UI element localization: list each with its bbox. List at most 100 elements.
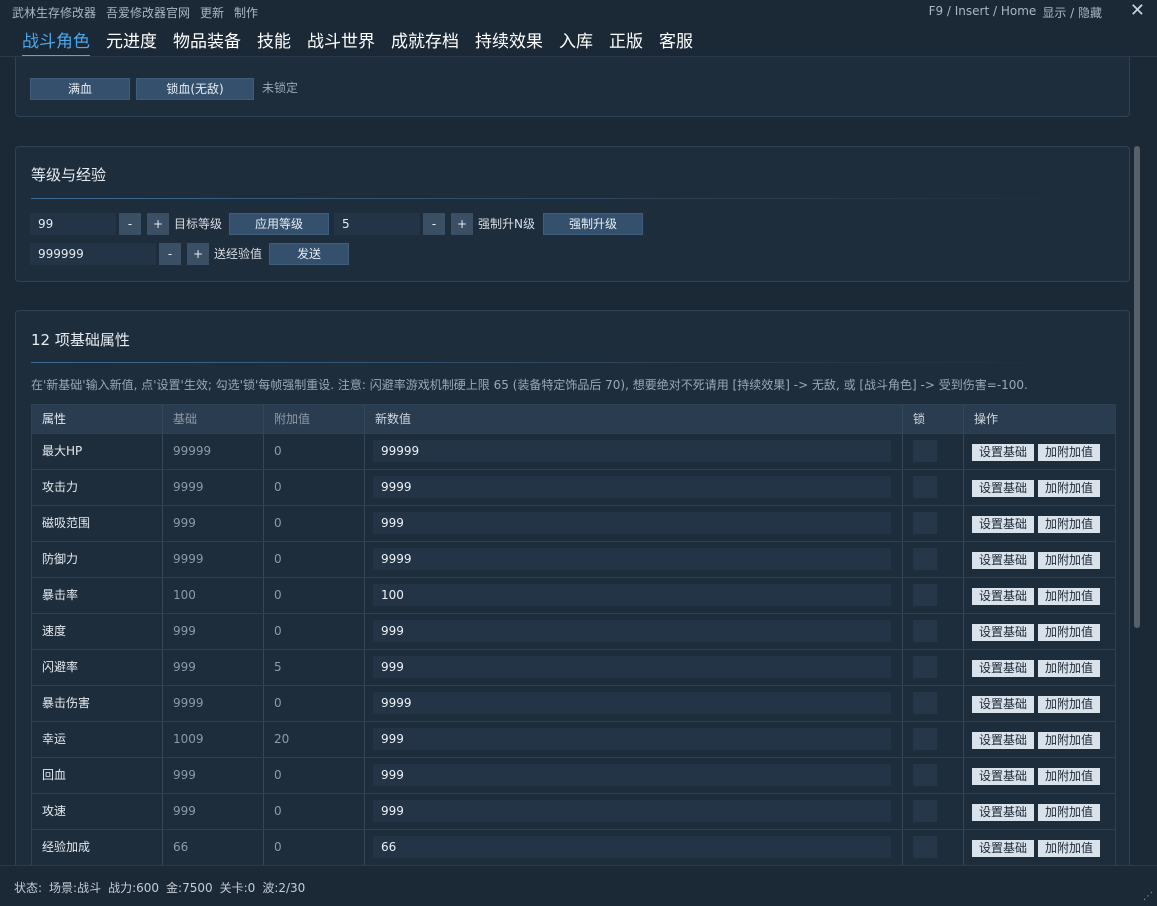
new-value-input[interactable]: 9999: [373, 476, 891, 498]
official-site-link[interactable]: 吾爱修改器官网: [106, 4, 190, 21]
force-level-button[interactable]: 强制升级: [543, 213, 643, 235]
lock-checkbox[interactable]: [913, 836, 937, 858]
tab-achievements-save[interactable]: 成就存档: [391, 27, 459, 57]
force-n-plus-button[interactable]: +: [451, 213, 473, 235]
target-level-plus-button[interactable]: +: [147, 213, 169, 235]
target-level-input[interactable]: 99: [30, 213, 116, 235]
scrollbar-thumb[interactable]: [1134, 146, 1140, 628]
tab-meta-progress[interactable]: 元进度: [106, 27, 157, 57]
tab-join[interactable]: 入库: [559, 27, 593, 57]
new-value-input[interactable]: 9999: [373, 692, 891, 714]
credits-link[interactable]: 制作: [234, 4, 258, 21]
new-value-input[interactable]: 9999: [373, 548, 891, 570]
set-base-button[interactable]: 设置基础: [972, 696, 1035, 713]
attr-actions-cell: 设置基础 加附加值: [964, 578, 1115, 613]
attr-new-cell: 9999: [365, 686, 903, 721]
exp-minus-button[interactable]: -: [159, 243, 181, 265]
lock-checkbox[interactable]: [913, 656, 937, 678]
attr-new-cell: 99999: [365, 434, 903, 469]
attr-new-cell: 66: [365, 830, 903, 865]
add-bonus-button[interactable]: 加附加值: [1038, 552, 1101, 569]
new-value-input[interactable]: 999: [373, 728, 891, 750]
tab-support[interactable]: 客服: [659, 27, 693, 57]
add-bonus-button[interactable]: 加附加值: [1038, 588, 1101, 605]
lock-checkbox[interactable]: [913, 512, 937, 534]
add-bonus-button[interactable]: 加附加值: [1038, 480, 1101, 497]
attr-new-cell: 100: [365, 578, 903, 613]
add-bonus-button[interactable]: 加附加值: [1038, 660, 1101, 677]
lock-checkbox[interactable]: [913, 476, 937, 498]
attr-name: 闪避率: [32, 650, 163, 685]
set-base-button[interactable]: 设置基础: [972, 768, 1035, 785]
add-bonus-button[interactable]: 加附加值: [1038, 516, 1101, 533]
apply-level-button[interactable]: 应用等级: [229, 213, 329, 235]
title-bar: 武林生存修改器 吾爱修改器官网 更新 制作 F9 / Insert / Home…: [0, 0, 1157, 24]
lock-checkbox[interactable]: [913, 800, 937, 822]
header-bonus: 附加值: [264, 405, 365, 433]
set-base-button[interactable]: 设置基础: [972, 624, 1035, 641]
force-n-minus-button[interactable]: -: [423, 213, 445, 235]
attr-bonus: 0: [264, 614, 365, 649]
tab-skills[interactable]: 技能: [257, 27, 291, 57]
attr-bonus: 0: [264, 794, 365, 829]
attr-lock-cell: [903, 650, 964, 685]
lock-checkbox[interactable]: [913, 440, 937, 462]
add-bonus-button[interactable]: 加附加值: [1038, 696, 1101, 713]
attr-lock-cell: [903, 758, 964, 793]
new-value-input[interactable]: 100: [373, 584, 891, 606]
set-base-button[interactable]: 设置基础: [972, 804, 1035, 821]
header-new-value: 新数值: [365, 405, 903, 433]
exp-input[interactable]: 999999: [30, 243, 156, 265]
add-bonus-button[interactable]: 加附加值: [1038, 444, 1101, 461]
set-base-button[interactable]: 设置基础: [972, 480, 1035, 497]
exp-plus-button[interactable]: +: [187, 243, 209, 265]
target-level-minus-button[interactable]: -: [119, 213, 141, 235]
new-value-input[interactable]: 999: [373, 620, 891, 642]
tab-items-equipment[interactable]: 物品装备: [173, 27, 241, 57]
add-bonus-button[interactable]: 加附加值: [1038, 840, 1101, 857]
new-value-input[interactable]: 999: [373, 656, 891, 678]
set-base-button[interactable]: 设置基础: [972, 552, 1035, 569]
app-title-link[interactable]: 武林生存修改器: [12, 4, 96, 21]
new-value-input[interactable]: 999: [373, 512, 891, 534]
full-hp-button[interactable]: 满血: [30, 78, 130, 100]
set-base-button[interactable]: 设置基础: [972, 588, 1035, 605]
force-n-input[interactable]: 5: [334, 213, 420, 235]
attr-name: 幸运: [32, 722, 163, 757]
add-bonus-button[interactable]: 加附加值: [1038, 624, 1101, 641]
attr-lock-cell: [903, 434, 964, 469]
lock-checkbox[interactable]: [913, 584, 937, 606]
lock-checkbox[interactable]: [913, 548, 937, 570]
resize-grip-icon[interactable]: ⋰: [1143, 891, 1153, 902]
lock-checkbox[interactable]: [913, 620, 937, 642]
new-value-input[interactable]: 999: [373, 764, 891, 786]
set-base-button[interactable]: 设置基础: [972, 444, 1035, 461]
add-bonus-button[interactable]: 加附加值: [1038, 732, 1101, 749]
set-base-button[interactable]: 设置基础: [972, 840, 1035, 857]
add-bonus-button[interactable]: 加附加值: [1038, 768, 1101, 785]
new-value-input[interactable]: 999: [373, 800, 891, 822]
close-icon[interactable]: ✕: [1130, 0, 1145, 22]
lock-checkbox[interactable]: [913, 692, 937, 714]
lock-checkbox[interactable]: [913, 728, 937, 750]
lock-checkbox[interactable]: [913, 764, 937, 786]
table-row: 磁吸范围 999 0 999 设置基础 加附加值: [32, 505, 1115, 541]
tab-lasting-effects[interactable]: 持续效果: [475, 27, 543, 57]
tab-battle-character[interactable]: 战斗角色: [22, 27, 90, 57]
set-base-button[interactable]: 设置基础: [972, 516, 1035, 533]
attr-actions-cell: 设置基础 加附加值: [964, 470, 1115, 505]
attr-name: 防御力: [32, 542, 163, 577]
lock-hp-button[interactable]: 锁血(无敌): [136, 78, 254, 100]
hotkey-hint: F9 / Insert / Home 显示 / 隐藏: [929, 4, 1102, 21]
new-value-input[interactable]: 66: [373, 836, 891, 858]
send-exp-button[interactable]: 发送: [269, 243, 349, 265]
add-bonus-button[interactable]: 加附加值: [1038, 804, 1101, 821]
update-link[interactable]: 更新: [200, 4, 224, 21]
attr-bonus: 0: [264, 578, 365, 613]
tab-genuine[interactable]: 正版: [609, 27, 643, 57]
tab-battle-world[interactable]: 战斗世界: [307, 27, 375, 57]
new-value-input[interactable]: 99999: [373, 440, 891, 462]
attr-base: 999: [163, 758, 264, 793]
set-base-button[interactable]: 设置基础: [972, 732, 1035, 749]
set-base-button[interactable]: 设置基础: [972, 660, 1035, 677]
